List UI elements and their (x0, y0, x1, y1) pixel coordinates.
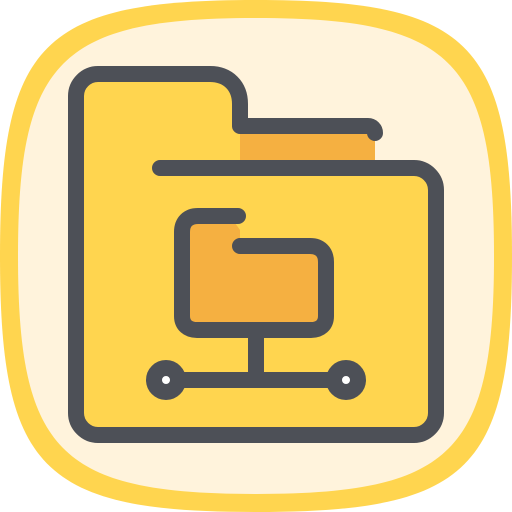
network-node-left-icon (146, 360, 186, 400)
network-folder-icon (0, 0, 512, 512)
network-node-right-icon (326, 360, 366, 400)
network-folder-app-icon[interactable] (0, 0, 512, 512)
